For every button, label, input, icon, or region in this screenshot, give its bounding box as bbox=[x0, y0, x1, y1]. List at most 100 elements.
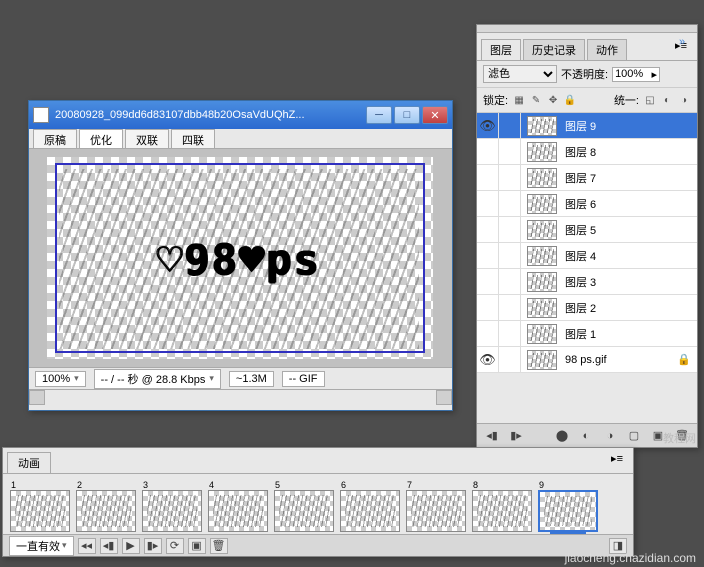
lock-position-icon[interactable]: ✥ bbox=[546, 93, 560, 107]
visibility-toggle[interactable]: 👁 bbox=[477, 113, 499, 138]
link-column[interactable] bbox=[499, 347, 521, 372]
layer-group-icon[interactable]: ▢ bbox=[625, 427, 643, 445]
visibility-toggle[interactable]: 👁 bbox=[477, 347, 499, 372]
layer-name: 图层 7 bbox=[563, 170, 697, 186]
visibility-toggle[interactable] bbox=[477, 191, 499, 216]
layer-name: 图层 1 bbox=[563, 326, 697, 342]
frame-number: 3 bbox=[141, 480, 150, 490]
tab-original[interactable]: 原稿 bbox=[33, 129, 77, 148]
play-button[interactable]: ▶ bbox=[122, 538, 140, 554]
layer-item[interactable]: 图层 7 bbox=[477, 165, 697, 191]
lock-icon: 🔒 bbox=[677, 353, 691, 366]
visibility-toggle[interactable] bbox=[477, 295, 499, 320]
layer-list: 👁 图层 9 图层 8 图层 7 图层 6 图层 5 图层 4 图层 3 图层 2 图层 1 👁98… bbox=[477, 113, 697, 373]
animation-panel: 动画 ▸≡ 10.1秒20.1秒30.1秒40.1秒50.1秒60.1秒70.1… bbox=[2, 447, 634, 557]
eye-icon: 👁 bbox=[479, 118, 496, 134]
tab-4up[interactable]: 四联 bbox=[171, 129, 215, 148]
layer-item[interactable]: 图层 1 bbox=[477, 321, 697, 347]
animation-menu-button[interactable]: ▸≡ bbox=[605, 452, 629, 473]
visibility-toggle[interactable] bbox=[477, 243, 499, 268]
panel-collapse-button[interactable]: » bbox=[673, 35, 691, 49]
unify-visibility-icon[interactable]: ◐ bbox=[660, 93, 674, 107]
link-column[interactable] bbox=[499, 113, 521, 138]
lock-transparency-icon[interactable]: ▦ bbox=[512, 93, 526, 107]
unify-style-icon[interactable]: ◑ bbox=[677, 93, 691, 107]
duplicate-frame-button[interactable]: ▣ bbox=[188, 538, 206, 554]
layer-item[interactable]: 图层 5 bbox=[477, 217, 697, 243]
frame-thumbnail bbox=[340, 490, 400, 532]
layer-thumbnail bbox=[527, 142, 557, 162]
document-window: 20080928_099dd6d83107dbb48b20OsaVdUQhZ..… bbox=[28, 100, 453, 411]
visibility-toggle[interactable] bbox=[477, 269, 499, 294]
frame-thumbnail bbox=[142, 490, 202, 532]
tab-animation[interactable]: 动画 bbox=[7, 452, 51, 473]
visibility-toggle[interactable] bbox=[477, 217, 499, 242]
prev-frame-icon[interactable]: ◂▮ bbox=[483, 427, 501, 445]
scroll-left-button[interactable] bbox=[29, 390, 45, 405]
first-frame-button[interactable]: ◂◂ bbox=[78, 538, 96, 554]
link-column[interactable] bbox=[499, 139, 521, 164]
document-titlebar[interactable]: 20080928_099dd6d83107dbb48b20OsaVdUQhZ..… bbox=[29, 101, 452, 129]
tab-history[interactable]: 历史记录 bbox=[523, 39, 585, 60]
link-column[interactable] bbox=[499, 217, 521, 242]
link-column[interactable] bbox=[499, 165, 521, 190]
maximize-button[interactable]: □ bbox=[394, 106, 420, 124]
layer-item[interactable]: 图层 4 bbox=[477, 243, 697, 269]
layer-name: 图层 3 bbox=[563, 274, 697, 290]
tab-optimized[interactable]: 优化 bbox=[79, 129, 123, 148]
tab-layers[interactable]: 图层 bbox=[481, 39, 521, 60]
close-button[interactable]: ✕ bbox=[422, 106, 448, 124]
link-column[interactable] bbox=[499, 243, 521, 268]
visibility-toggle[interactable] bbox=[477, 321, 499, 346]
scroll-right-button[interactable] bbox=[436, 390, 452, 405]
link-column[interactable] bbox=[499, 321, 521, 346]
frame-number: 6 bbox=[339, 480, 348, 490]
layer-name: 图层 9 bbox=[563, 118, 697, 134]
lock-all-icon[interactable]: 🔒 bbox=[563, 93, 577, 107]
layer-item[interactable]: 图层 2 bbox=[477, 295, 697, 321]
opacity-label: 不透明度: bbox=[561, 66, 608, 82]
link-column[interactable] bbox=[499, 295, 521, 320]
visibility-toggle[interactable] bbox=[477, 139, 499, 164]
minimize-button[interactable]: ─ bbox=[366, 106, 392, 124]
layer-item[interactable]: 图层 6 bbox=[477, 191, 697, 217]
lock-pixels-icon[interactable]: ✎ bbox=[529, 93, 543, 107]
layer-thumbnail bbox=[527, 220, 557, 240]
blend-mode-select[interactable]: 滤色 bbox=[483, 65, 557, 83]
layer-name: 图层 5 bbox=[563, 222, 697, 238]
prev-frame-button[interactable]: ◂▮ bbox=[100, 538, 118, 554]
frame-number: 5 bbox=[273, 480, 282, 490]
frame-number: 9 bbox=[537, 480, 546, 490]
layer-thumbnail bbox=[527, 116, 557, 136]
zoom-level[interactable]: 100% bbox=[35, 371, 86, 387]
link-column[interactable] bbox=[499, 191, 521, 216]
tab-actions[interactable]: 动作 bbox=[587, 39, 627, 60]
layer-effects-icon[interactable]: ⬤ bbox=[553, 427, 571, 445]
delete-frame-button[interactable]: 🗑 bbox=[210, 538, 228, 554]
loop-select[interactable]: 一直有效 bbox=[9, 536, 74, 556]
layer-item[interactable]: 👁98 ps.gif🔒 bbox=[477, 347, 697, 373]
link-column[interactable] bbox=[499, 269, 521, 294]
layer-thumbnail bbox=[527, 324, 557, 344]
adjustment-layer-icon[interactable]: ◑ bbox=[601, 427, 619, 445]
tab-2up[interactable]: 双联 bbox=[125, 129, 169, 148]
file-size: ~1.3M bbox=[229, 371, 274, 387]
tween-button[interactable]: ⟳ bbox=[166, 538, 184, 554]
opacity-input[interactable]: 100%▸ bbox=[612, 67, 660, 82]
canvas-area[interactable]: ♡98♥ps bbox=[29, 149, 452, 367]
next-frame-icon[interactable]: ▮▸ bbox=[507, 427, 525, 445]
panel-grip[interactable] bbox=[477, 25, 697, 33]
unify-position-icon[interactable]: ◱ bbox=[643, 93, 657, 107]
layer-item[interactable]: 图层 3 bbox=[477, 269, 697, 295]
fill-label: 统一: bbox=[614, 92, 639, 108]
scroll-track[interactable] bbox=[45, 390, 436, 405]
animation-controls: 一直有效 ◂◂ ◂▮ ▶ ▮▸ ⟳ ▣ 🗑 ◨ bbox=[3, 534, 633, 556]
layer-item[interactable]: 图层 8 bbox=[477, 139, 697, 165]
visibility-toggle[interactable] bbox=[477, 165, 499, 190]
download-time[interactable]: -- / -- 秒 @ 28.8 Kbps bbox=[94, 369, 221, 389]
layer-mask-icon[interactable]: ◐ bbox=[577, 427, 595, 445]
horizontal-scrollbar[interactable] bbox=[29, 389, 452, 405]
layer-item[interactable]: 👁 图层 9 bbox=[477, 113, 697, 139]
lock-fill-row: 锁定: ▦ ✎ ✥ 🔒 统一: ◱ ◐ ◑ bbox=[477, 88, 697, 113]
next-frame-button[interactable]: ▮▸ bbox=[144, 538, 162, 554]
